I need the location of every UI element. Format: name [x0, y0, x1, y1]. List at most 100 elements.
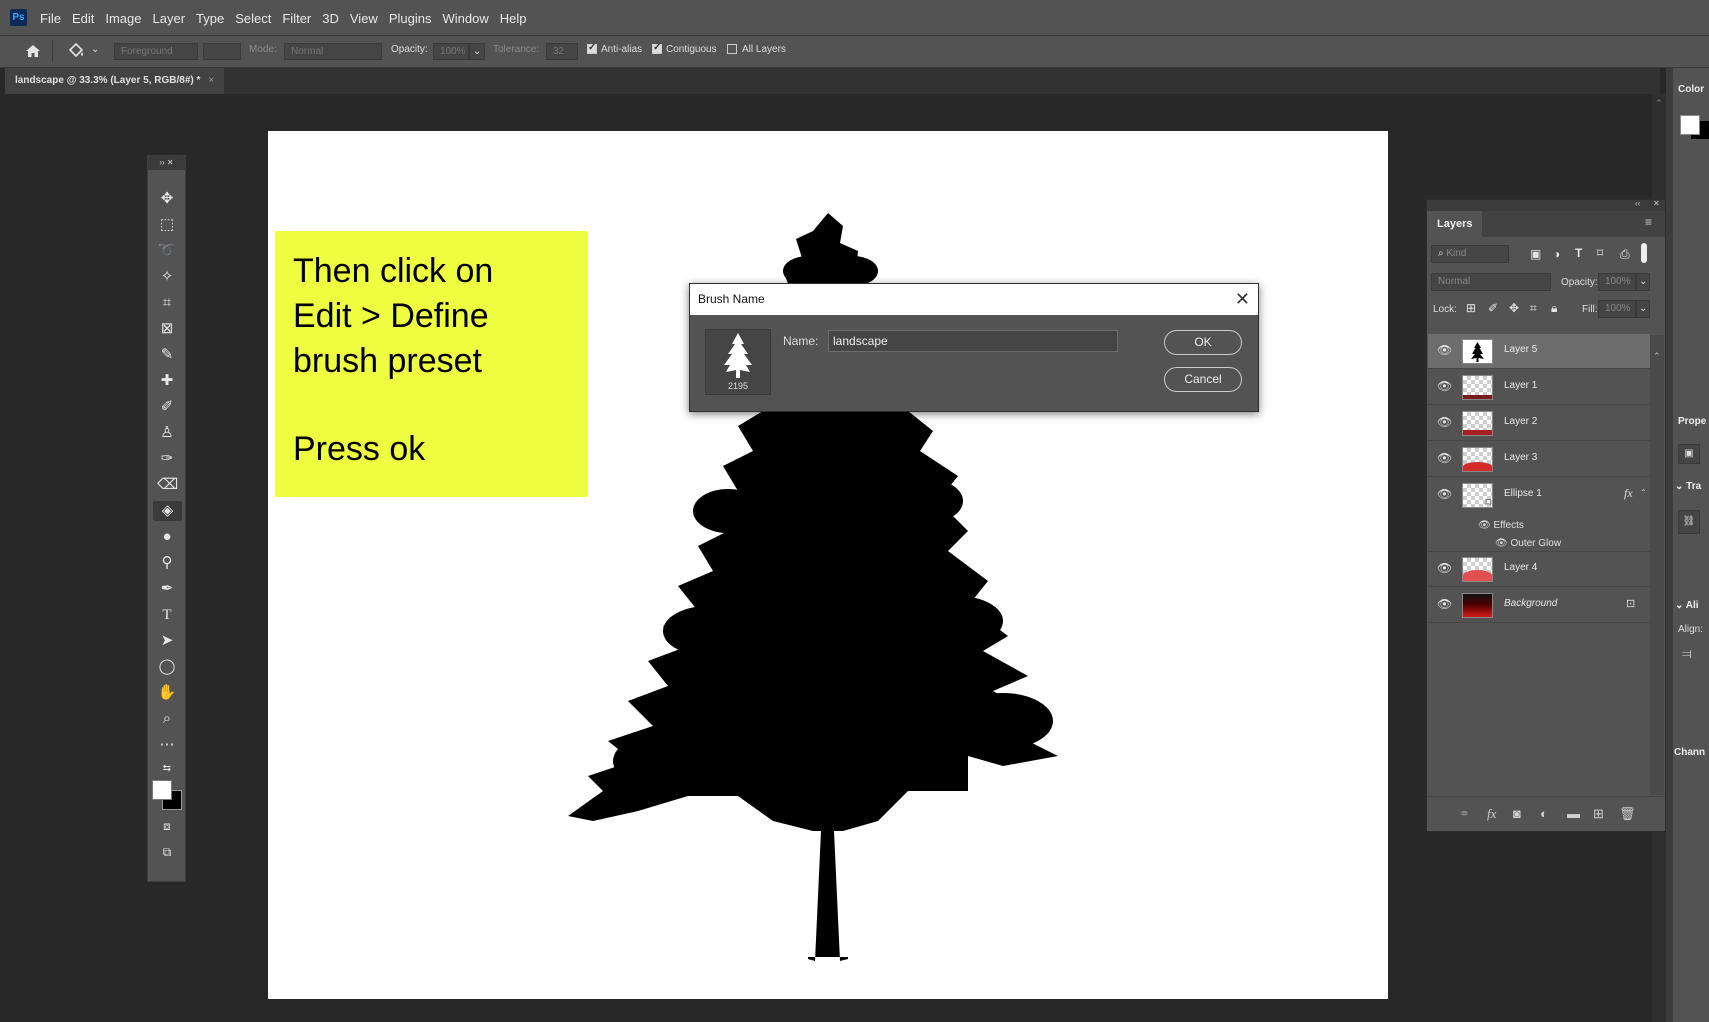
menu-layer[interactable]: Layer	[153, 11, 186, 26]
menu-image[interactable]: Image	[105, 11, 141, 26]
menu-plugins[interactable]: Plugins	[389, 11, 432, 26]
visibility-eye-icon[interactable]: 👁︎	[1437, 561, 1452, 575]
lock-all-icon[interactable]: 🔒︎	[1551, 301, 1557, 316]
clone-stamp-tool-icon[interactable]: ♙	[157, 423, 177, 443]
align-left-icon[interactable]: ⫤	[1682, 646, 1692, 662]
visibility-eye-icon[interactable]: 👁︎	[1437, 343, 1452, 357]
filter-smartobject-icon[interactable]: ⎙	[1620, 247, 1630, 262]
filter-pixel-icon[interactable]: ▣	[1530, 247, 1541, 261]
menu-3d[interactable]: 3D	[322, 11, 339, 26]
opacity-chevron-icon[interactable]: ⌄	[1636, 273, 1650, 291]
menu-window[interactable]: Window	[442, 11, 488, 26]
layer-row[interactable]: 👁︎ Layer 2	[1428, 406, 1650, 441]
paint-bucket-tool-icon[interactable]: ◈	[153, 501, 182, 521]
path-selection-tool-icon[interactable]: ➤	[157, 631, 177, 651]
visibility-eye-icon[interactable]: 👁︎	[1437, 487, 1452, 501]
filter-type-icon[interactable]: T	[1575, 246, 1582, 260]
channels-panel-tab[interactable]: Chann	[1674, 747, 1705, 758]
layer-row[interactable]: 👁︎ Layer 5	[1428, 334, 1650, 369]
move-tool-icon[interactable]: ✥	[157, 189, 177, 209]
zoom-tool-icon[interactable]: ⌕	[157, 709, 177, 729]
ellipse-tool-icon[interactable]: ◯	[157, 657, 177, 677]
brush-name-input[interactable]	[828, 330, 1118, 352]
healing-brush-tool-icon[interactable]: ✚	[157, 371, 177, 391]
new-layer-icon[interactable]: ⊞	[1593, 806, 1604, 822]
brush-tool-icon[interactable]: ✐	[157, 397, 177, 417]
image-properties-icon[interactable]: ▣	[1678, 444, 1700, 464]
link-layers-icon[interactable]: ⚭	[1459, 806, 1470, 822]
layer-row[interactable]: 👁︎ Layer 4	[1428, 552, 1650, 587]
menu-help[interactable]: Help	[500, 11, 527, 26]
filter-toggle[interactable]	[1641, 243, 1647, 263]
menu-select[interactable]: Select	[235, 11, 271, 26]
type-tool-icon[interactable]: T	[157, 605, 177, 625]
dock-divider[interactable]	[1666, 68, 1673, 1022]
menu-filter[interactable]: Filter	[282, 11, 311, 26]
link-icon[interactable]: ⛓	[1678, 510, 1700, 534]
adjustment-layer-icon[interactable]: ◐	[1540, 806, 1548, 821]
close-icon[interactable]: ✕	[1235, 284, 1250, 315]
eraser-tool-icon[interactable]: ⌫	[157, 475, 178, 495]
scroll-up-icon[interactable]: ⌃	[1655, 98, 1663, 109]
home-icon[interactable]	[24, 42, 42, 60]
dock-foreground-swatch[interactable]	[1680, 115, 1700, 135]
lock-transparent-icon[interactable]: ⊞	[1466, 301, 1476, 315]
filter-adjustment-icon[interactable]: ◑	[1553, 247, 1560, 261]
menu-type[interactable]: Type	[196, 11, 224, 26]
contiguous-checkbox[interactable]	[652, 42, 662, 54]
dodge-tool-icon[interactable]: ⚲	[157, 553, 177, 573]
align-section[interactable]: ⌄ Ali	[1675, 600, 1699, 611]
screen-mode-icon[interactable]: ⧉	[157, 842, 177, 862]
hand-tool-icon[interactable]: ✋	[157, 683, 177, 703]
opacity-dropdown-icon[interactable]: ⌄	[469, 43, 485, 60]
all-layers-checkbox[interactable]	[727, 44, 737, 54]
marquee-tool-icon[interactable]: ⬚	[157, 215, 177, 235]
add-mask-icon[interactable]: ◙	[1513, 806, 1521, 821]
color-panel-tab[interactable]: Color	[1678, 84, 1704, 95]
layer-row[interactable]: 👁︎ Layer 1	[1428, 370, 1650, 405]
menu-view[interactable]: View	[350, 11, 378, 26]
lasso-tool-icon[interactable]: ➰	[157, 241, 177, 261]
effects-row[interactable]: 👁︎ Effects	[1478, 520, 1524, 531]
menu-file[interactable]: File	[40, 11, 61, 26]
chevron-down-icon[interactable]: ⌄	[91, 44, 99, 55]
close-tab-icon[interactable]: ×	[208, 68, 214, 94]
frame-tool-icon[interactable]: ⊠	[157, 319, 177, 339]
lock-artboard-icon[interactable]: ⌗	[1530, 301, 1537, 316]
layer-opacity-input[interactable]: 100%	[1598, 273, 1636, 291]
new-group-folder-icon[interactable]: ▬	[1567, 806, 1580, 821]
panel-menu-icon[interactable]: ≡	[1645, 215, 1652, 229]
opacity-input[interactable]: 100%	[433, 43, 469, 60]
scroll-up-icon[interactable]: ⌃	[1653, 351, 1661, 362]
lock-pixels-icon[interactable]: ✐	[1488, 301, 1498, 315]
tolerance-input[interactable]: 32	[546, 43, 578, 60]
eyedropper-tool-icon[interactable]: ✎	[157, 345, 177, 365]
layers-scrollbar[interactable]: ⌃	[1650, 335, 1664, 795]
visibility-eye-icon[interactable]: 👁︎	[1437, 415, 1452, 429]
visibility-eye-icon[interactable]: 👁︎	[1437, 597, 1452, 611]
layer-row[interactable]: 👁︎ ⌑ Ellipse 1 fx ⌃ 👁︎ Effects 👁︎ Outer …	[1428, 478, 1650, 552]
blend-mode-select[interactable]: Normal	[1431, 273, 1551, 291]
foreground-color-swatch[interactable]	[152, 780, 172, 800]
quick-mask-icon[interactable]: ⧈	[157, 816, 177, 836]
fill-input[interactable]: 100%	[1598, 300, 1636, 318]
add-style-fx-icon[interactable]: fx	[1487, 806, 1496, 822]
history-brush-tool-icon[interactable]: ✑	[157, 449, 177, 469]
tab-layers[interactable]: Layers	[1427, 211, 1483, 237]
collapse-effects-icon[interactable]: ⌃	[1640, 488, 1647, 497]
menu-edit[interactable]: Edit	[72, 11, 94, 26]
paint-bucket-icon[interactable]	[66, 41, 86, 61]
delete-trash-icon[interactable]: 🗑︎	[1619, 806, 1636, 822]
swap-colors-icon[interactable]: ⇆	[157, 759, 177, 779]
pattern-picker[interactable]	[203, 43, 241, 60]
blur-tool-icon[interactable]: ●	[157, 527, 177, 547]
properties-panel-tab[interactable]: Prope	[1678, 416, 1706, 427]
fill-chevron-icon[interactable]: ⌄	[1636, 300, 1650, 318]
collapse-icon[interactable]: ‹‹	[1635, 199, 1640, 208]
crop-tool-icon[interactable]: ⌗	[157, 293, 177, 313]
cancel-button[interactable]: Cancel	[1164, 367, 1242, 392]
fill-source-select[interactable]: Foreground	[114, 43, 198, 60]
mode-select[interactable]: Normal	[284, 43, 382, 60]
fx-icon[interactable]: fx	[1624, 486, 1633, 501]
antialias-checkbox[interactable]	[587, 42, 597, 54]
